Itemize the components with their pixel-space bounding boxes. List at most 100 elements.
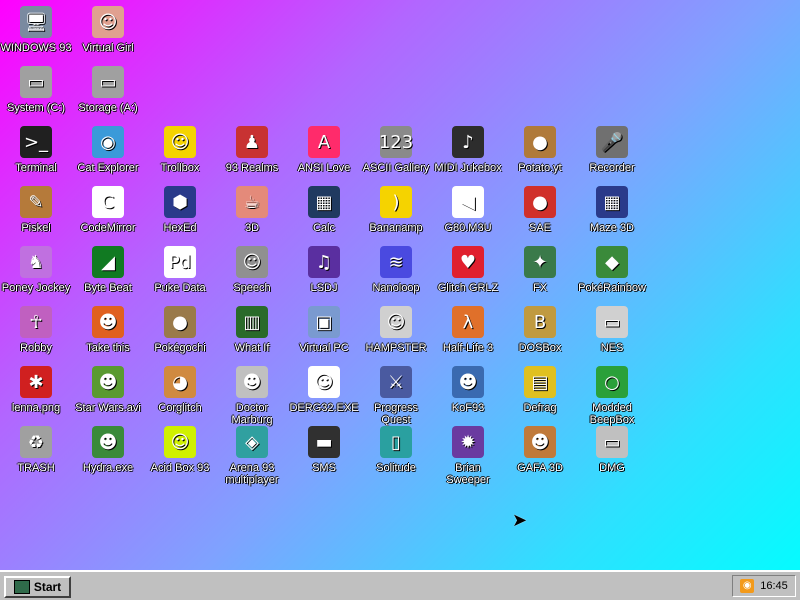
desktop-icon-trash[interactable]: ♻ TRASH [0, 426, 72, 474]
desktop-icon-label: DMG [599, 462, 625, 474]
desktop-icon-label: Byte Beat [84, 282, 132, 294]
desktop-icon-trollbox[interactable]: ☺ Trollbox [144, 126, 216, 174]
desktop-icon-poney-jockey[interactable]: ♞ Poney Jockey [0, 246, 72, 294]
desktop-icon-calc[interactable]: ▦ Calc [288, 186, 360, 234]
desktop-icon-robby[interactable]: ☥ Robby [0, 306, 72, 354]
desktop-icon-acid-box-93[interactable]: ☺ Acid Box 93 [144, 426, 216, 474]
app-icon: A [308, 126, 340, 158]
desktop-icon-fx[interactable]: ✦ FX [504, 246, 576, 294]
desktop-icon-progress-quest[interactable]: ⚔ Progress Quest [360, 366, 432, 426]
desktop-icon-puke-data[interactable]: Pd Puke Data [144, 246, 216, 294]
desktop-icon-label: Cat Explorer [77, 162, 139, 174]
desktop-icon-cat-explorer[interactable]: ◉ Cat Explorer [72, 126, 144, 174]
desktop-icon-virtual-pc[interactable]: ▣ Virtual PC [288, 306, 360, 354]
desktop-icon-defrag[interactable]: ▤ Defrag [504, 366, 576, 414]
desktop-icon-dmg[interactable]: ▭ DMG [576, 426, 648, 474]
desktop-icon-byte-beat[interactable]: ◢ Byte Beat [72, 246, 144, 294]
app-icon: ▦ [308, 186, 340, 218]
desktop-icon-star-wars-avi[interactable]: ☻ Star Wars.avi [72, 366, 144, 414]
desktop-icon-label: Potato.yt [518, 162, 562, 174]
app-icon: ☥ [20, 306, 52, 338]
desktop-icon-label: Pokégochi [154, 342, 206, 354]
desktop-icon-3d[interactable]: ☕ 3D [216, 186, 288, 234]
app-icon: ◕ [164, 366, 196, 398]
start-button[interactable]: Start [4, 576, 71, 598]
desktop-icon-93-realms[interactable]: ♟ 93 Realms [216, 126, 288, 174]
app-icon: ☻ [452, 366, 484, 398]
app-icon: ☺ [92, 6, 124, 38]
desktop-icon-maze-3d[interactable]: ▦ Maze 3D [576, 186, 648, 234]
app-icon: ● [524, 186, 556, 218]
desktop-icon-half-life-3[interactable]: λ Half-Life 3 [432, 306, 504, 354]
app-icon: ☻ [92, 306, 124, 338]
desktop-icon-doctor-marburg[interactable]: ☻ Doctor Marburg [216, 366, 288, 426]
app-icon: ▬ [308, 426, 340, 458]
desktop-icon-nanoloop[interactable]: ≋ Nanoloop [360, 246, 432, 294]
desktop-icon-sms[interactable]: ▬ SMS [288, 426, 360, 474]
app-icon: ♥ [452, 246, 484, 278]
desktop-icon-label: Piskel [21, 222, 51, 234]
desktop-icon-solitude[interactable]: ▯ Solitude [360, 426, 432, 474]
desktop-icon-derg32-exe[interactable]: ☺ DERG32.EXE [288, 366, 360, 414]
desktop-icon-codemirror[interactable]: C CodeMirror [72, 186, 144, 234]
desktop-icon-system-c[interactable]: ▭ System (C:) [0, 66, 72, 114]
desktop-icon-label: CodeMirror [80, 222, 136, 234]
desktop-icon-lenna-png[interactable]: ✱ lenna.png [0, 366, 72, 414]
desktop-icon-ascii-gallery[interactable]: 123 ASCII Gallery [360, 126, 432, 174]
desktop-icon-take-this[interactable]: ☻ Take this [72, 306, 144, 354]
desktop-icon-label: DERG32.EXE [289, 402, 359, 414]
desktop-icon-label: Nanoloop [372, 282, 420, 294]
desktop-icon-label: Calc [312, 222, 335, 234]
desktop-icon-hampster[interactable]: ☺ HAMPSTER [360, 306, 432, 354]
clock[interactable]: 16:45 [760, 580, 788, 592]
desktop-icon-label: Arena 93 multiplayer [225, 462, 279, 486]
desktop-icon-storage-a[interactable]: ▭ Storage (A:) [72, 66, 144, 114]
desktop-icon-windows-93[interactable]: 🖥 WINDOWS 93 [0, 6, 72, 54]
desktop-icon-g80-m3u[interactable]: ◀ G80.M3U [432, 186, 504, 234]
desktop-icon-label: Progress Quest [373, 402, 419, 426]
app-icon: ● [164, 306, 196, 338]
desktop-icon-kof93[interactable]: ☻ KoF93 [432, 366, 504, 414]
rss-icon[interactable]: ◉ [740, 579, 755, 593]
app-icon: ) [380, 186, 412, 218]
desktop-icon-virtual-girl[interactable]: ☺ Virtual Girl [72, 6, 144, 54]
desktop-icon-nes[interactable]: ▭ NES [576, 306, 648, 354]
desktop-icon-glitch-grlz[interactable]: ♥ Glitch GRLZ [432, 246, 504, 294]
desktop-icon-midi-jukebox[interactable]: ♪ MIDI Jukebox [432, 126, 504, 174]
desktop-icon-recorder[interactable]: 🎤 Recorder [576, 126, 648, 174]
desktop-icon-ansi-love[interactable]: A ANSI Love [288, 126, 360, 174]
desktop-icon-label: MIDI Jukebox [434, 162, 502, 174]
desktop-icon-dosbox[interactable]: B DOSBox [504, 306, 576, 354]
desktop-icon-sae[interactable]: ● SAE [504, 186, 576, 234]
desktop-icon-bananamp[interactable]: ) Bananamp [360, 186, 432, 234]
desktop-icon-potato-yt[interactable]: ● Potato.yt [504, 126, 576, 174]
desktop-icon-what-if[interactable]: ▥ What If [216, 306, 288, 354]
desktop-icon-terminal[interactable]: >_ Terminal [0, 126, 72, 174]
app-icon: ● [524, 126, 556, 158]
app-icon: λ [452, 306, 484, 338]
desktop-icon-label: Trollbox [160, 162, 200, 174]
start-label: Start [33, 580, 62, 594]
desktop-icon-modded-beepbox[interactable]: ○ Modded BeepBox [576, 366, 648, 426]
app-icon: ▣ [308, 306, 340, 338]
app-icon: ⚔ [380, 366, 412, 398]
desktop-icon-arena-93-multiplayer[interactable]: ◈ Arena 93 multiplayer [216, 426, 288, 486]
desktop-icon-corglitch[interactable]: ◕ Corglitch [144, 366, 216, 414]
desktop-icon-speech[interactable]: ☺ Speech [216, 246, 288, 294]
app-icon: ▭ [596, 306, 628, 338]
desktop-icon-lsdj[interactable]: ♫ LSDJ [288, 246, 360, 294]
desktop-icon-piskel[interactable]: ✎ Piskel [0, 186, 72, 234]
desktop-icon-gafa-3d[interactable]: ☻ GAFA 3D [504, 426, 576, 474]
desktop-icon-pok-rainbow[interactable]: ◆ PokéRainbow [576, 246, 648, 294]
desktop-icon-hexed[interactable]: ⬢ HexEd [144, 186, 216, 234]
desktop-icon-label: ANSI Love [297, 162, 351, 174]
app-icon: 🎤 [596, 126, 628, 158]
desktop-icon-label: Terminal [15, 162, 57, 174]
desktop-icon-brian-sweeper[interactable]: ✹ Brian Sweeper [432, 426, 504, 486]
app-icon: ☺ [164, 426, 196, 458]
desktop-icon-hydra-exe[interactable]: ☻ Hydra.exe [72, 426, 144, 474]
app-icon: 🖥 [20, 6, 52, 38]
desktop-icon-label: NES [600, 342, 624, 354]
app-icon: ◈ [236, 426, 268, 458]
desktop-icon-pok-gochi[interactable]: ● Pokégochi [144, 306, 216, 354]
